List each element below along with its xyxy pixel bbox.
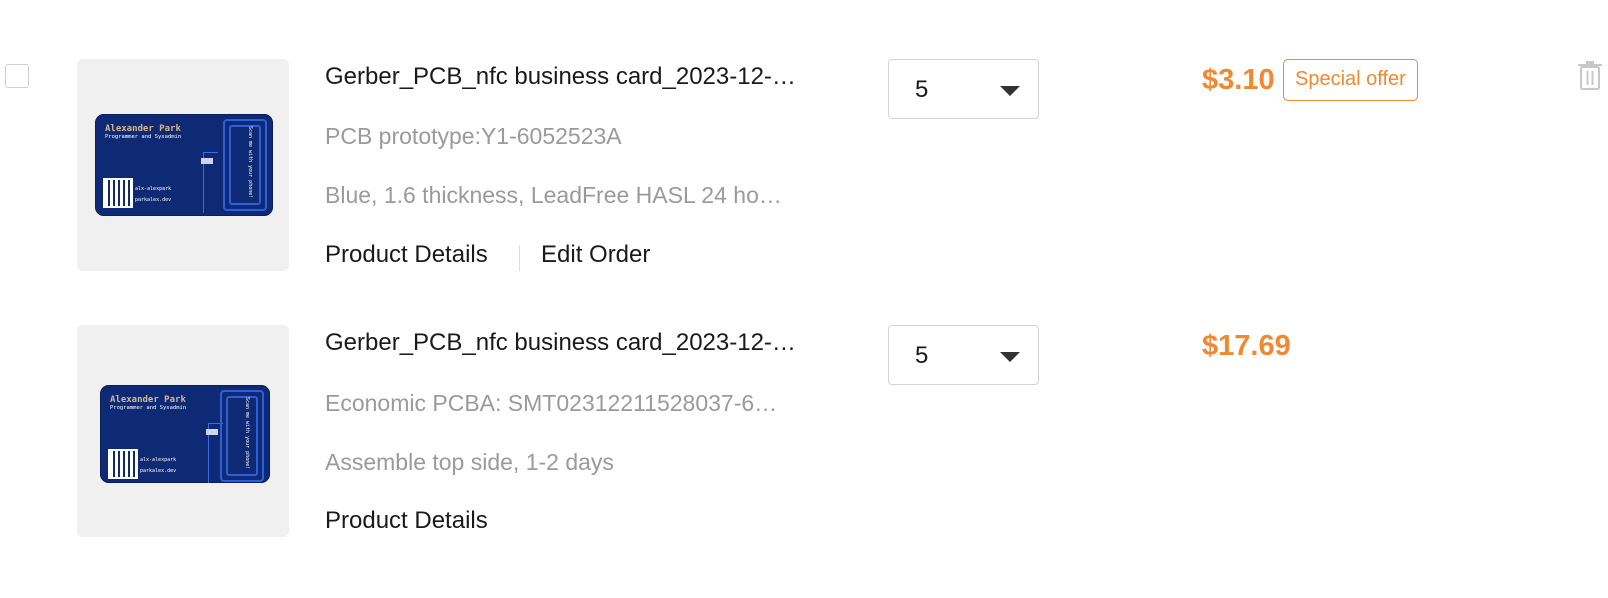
- product-details-link[interactable]: Product Details: [325, 240, 488, 270]
- item-spec: Assemble top side, 1-2 days: [325, 449, 614, 475]
- product-thumbnail[interactable]: Alexander Park Programmer and Sysadmin a…: [77, 325, 289, 537]
- pcb-link-github: alx-alexpark: [135, 186, 172, 192]
- pcb-role-text: Programmer and Sysadmin: [105, 134, 182, 140]
- pcb-render-image: Alexander Park Programmer and Sysadmin a…: [95, 114, 273, 216]
- pcb-link-github: alx-alexpark: [140, 457, 177, 463]
- caret-down-icon: [1000, 352, 1020, 362]
- product-thumbnail[interactable]: Alexander Park Programmer and Sysadmin a…: [77, 59, 289, 271]
- item-subtitle: Economic PCBA: SMT02312211528037-6…: [325, 390, 778, 416]
- pcb-name-text: Alexander Park: [110, 395, 186, 405]
- pcb-links: alx-alexpark parkalex.dev: [135, 184, 171, 206]
- pcb-name-text: Alexander Park: [105, 124, 181, 134]
- trash-icon[interactable]: [1577, 60, 1603, 90]
- item-subtitle: PCB prototype:Y1-6052523A: [325, 123, 622, 149]
- pcb-chip: [201, 158, 213, 164]
- caret-down-icon: [1000, 86, 1020, 96]
- pcb-coil-text: Scan me with your phone!: [247, 126, 253, 199]
- pcb-link-site: parkalex.dev: [135, 197, 172, 203]
- item-title[interactable]: Gerber_PCB_nfc business card_2023-12-…: [325, 328, 830, 358]
- qr-code-icon: [103, 178, 133, 208]
- pcb-coil-text: Scan me with your phone!: [244, 397, 250, 470]
- pcb-role-text: Programmer and Sysadmin: [110, 405, 187, 411]
- select-item-checkbox[interactable]: [5, 64, 29, 88]
- link-divider: [519, 245, 520, 271]
- product-details-link[interactable]: Product Details: [325, 506, 488, 536]
- quantity-value: 5: [915, 342, 929, 369]
- qr-code-icon: [108, 449, 138, 479]
- pcb-chip: [206, 429, 218, 435]
- pcb-link-site: parkalex.dev: [140, 468, 177, 474]
- quantity-dropdown[interactable]: 5: [888, 59, 1039, 119]
- item-title[interactable]: Gerber_PCB_nfc business card_2023-12-…: [325, 62, 830, 92]
- edit-order-link[interactable]: Edit Order: [541, 240, 650, 270]
- item-price: $3.10: [1202, 64, 1275, 96]
- quantity-dropdown[interactable]: 5: [888, 325, 1039, 385]
- quantity-value: 5: [915, 76, 929, 103]
- item-spec: Blue, 1.6 thickness, LeadFree HASL 24 ho…: [325, 182, 782, 208]
- pcb-links: alx-alexpark parkalex.dev: [140, 455, 176, 477]
- special-offer-badge: Special offer: [1283, 59, 1418, 101]
- pcb-render-image: Alexander Park Programmer and Sysadmin a…: [100, 385, 270, 483]
- item-price: $17.69: [1202, 330, 1291, 362]
